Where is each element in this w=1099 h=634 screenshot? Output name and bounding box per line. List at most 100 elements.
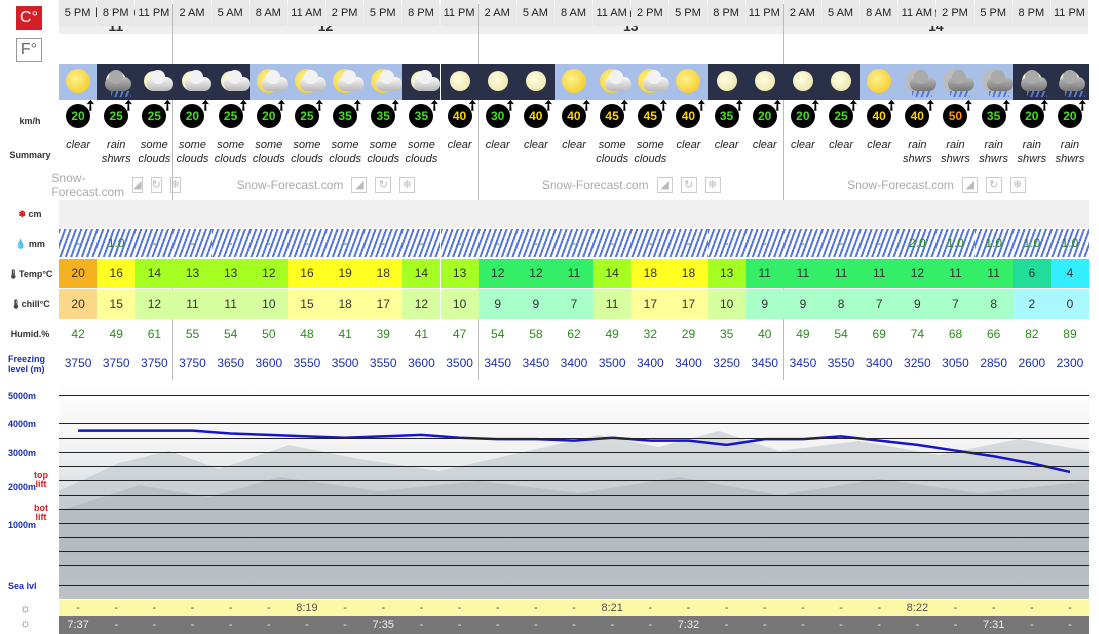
weather-summary: rain shwrs: [1055, 139, 1085, 165]
time-label: 11 AM: [287, 0, 326, 26]
thermometer-icon: 🌡: [10, 299, 22, 309]
sunset-time: -: [1068, 619, 1072, 631]
sunrise-time: -: [457, 602, 462, 614]
freezing-level-value: 3400: [560, 356, 588, 370]
sunset-time: 7:31: [982, 619, 1005, 631]
wind-chill-value: 15: [97, 289, 136, 319]
weather-summary: some clouds: [214, 139, 247, 165]
freezing-level-value: 3750: [179, 356, 206, 370]
sunrise-time: -: [572, 602, 576, 614]
temperature-value: 14: [135, 259, 174, 288]
wind-speed: 20: [758, 109, 772, 123]
forecast-table: C° F° km/h Summary ❄ cm 💧 mm 🌡Temp°C 🌡ch…: [0, 0, 1099, 634]
wind-indicator: 25 ➚: [829, 95, 863, 128]
sunset-time: -: [762, 619, 767, 631]
cloud-icon: [1020, 70, 1047, 91]
refresh-icon: ↻: [680, 177, 697, 193]
sunrise-time: -: [76, 602, 80, 614]
temp-label: 🌡Temp°C: [7, 269, 53, 279]
altitude-gridline: [59, 565, 1089, 566]
time-label: 8 AM: [860, 0, 898, 26]
sunset-time: -: [724, 619, 729, 631]
altitude-3000: 3000m: [8, 448, 37, 458]
rain-value: -: [554, 229, 594, 257]
wind-chill-value: 8: [974, 289, 1013, 319]
cloud-sun-icon: [593, 64, 632, 100]
sunset-time: -: [495, 619, 500, 631]
wind-indicator: 40 ➚: [905, 95, 939, 128]
rain-night-icon: [1012, 64, 1051, 100]
weather-summary: some clouds: [634, 139, 667, 165]
altitude-gridline: [59, 509, 1089, 510]
snow-row-bg: [59, 200, 1089, 228]
cloud-icon: [414, 70, 441, 91]
cloud-moon-icon: [173, 64, 212, 100]
wind-indicator: 20 ➚: [1019, 95, 1054, 128]
altitude-4000: 4000m: [8, 419, 37, 429]
time-label: 2 AM: [783, 0, 821, 26]
altitude-gridline: [59, 585, 1089, 586]
cloud-icon: [605, 70, 632, 91]
temperature-value: 14: [593, 259, 632, 288]
temperature-value: 20: [59, 259, 98, 288]
sunrise-time: -: [1029, 602, 1034, 614]
sunrise-time: -: [953, 602, 958, 614]
weather-summary: rain shwrs: [903, 139, 932, 165]
sunrise-time: 8:19: [296, 602, 318, 614]
time-label: 2 PM: [936, 0, 974, 26]
cloud-icon: [948, 70, 975, 91]
wind-speed: 20: [1025, 109, 1039, 123]
sunset-time: -: [152, 619, 157, 631]
time-label: 11 PM: [745, 0, 783, 26]
wind-speed: 40: [910, 109, 924, 123]
wind-indicator: 25 ➚: [218, 95, 253, 128]
weather-summary: some clouds: [252, 139, 285, 165]
fahrenheit-toggle[interactable]: F°: [16, 38, 42, 62]
sunset-time: -: [266, 619, 271, 631]
freezing-level-value: 3750: [102, 356, 130, 370]
weather-summary: clear: [562, 139, 586, 151]
freezing-level-value: 3750: [64, 356, 92, 370]
humidity-label: Humid.%: [10, 329, 50, 339]
wind-chill-value: 11: [211, 289, 250, 319]
sunrise-time: -: [801, 602, 805, 614]
time-label: 8 PM: [1012, 0, 1050, 26]
sun-icon: [860, 64, 899, 100]
rain-value: -: [402, 229, 441, 257]
wind-unit-label: km/h: [19, 116, 41, 126]
wind-chill-value: 8: [822, 289, 861, 319]
watermark-text: Snow-Forecast.com: [51, 171, 125, 199]
wind-chill-value: 20: [59, 289, 98, 319]
sunrise-time: 8:22: [906, 602, 929, 614]
rain-value: -: [364, 229, 403, 257]
wind-chill-value: 7: [554, 289, 594, 319]
wind-chill-value: 11: [173, 289, 212, 319]
temperature-value: 13: [707, 259, 746, 288]
rain-value: -: [669, 229, 708, 257]
wind-speed: 20: [1063, 109, 1077, 123]
wind-indicator: 45 ➚: [638, 95, 672, 128]
cloud-icon: [299, 70, 326, 91]
mountain-icon: ◢: [656, 177, 673, 193]
wind-indicator: 40 ➚: [447, 95, 481, 128]
rain-value: -: [478, 229, 517, 257]
sunset-time: -: [915, 619, 920, 631]
wind-chill-value: 17: [669, 289, 708, 319]
moon-icon: [754, 71, 775, 91]
moon-icon: [487, 71, 508, 91]
freezing-level-line: [78, 429, 1071, 474]
wind-indicator: 50 ➚: [943, 95, 977, 128]
time-label: 2 AM: [478, 0, 516, 26]
wind-speed: 45: [643, 109, 657, 123]
wind-indicator: 20 ➚: [1057, 95, 1092, 128]
wind-indicator: 20 ➚: [256, 95, 291, 128]
sun-icon: [561, 69, 586, 93]
celsius-toggle[interactable]: C°: [16, 6, 42, 30]
sunset-time: -: [457, 619, 462, 631]
moon-icon: [449, 71, 470, 91]
freezing-level-value: 3400: [865, 356, 893, 370]
rain-value: -: [631, 229, 670, 257]
sunrise-time: -: [419, 602, 424, 614]
refresh-icon: ↻: [150, 177, 162, 193]
sunset-time: 7:35: [372, 619, 394, 631]
